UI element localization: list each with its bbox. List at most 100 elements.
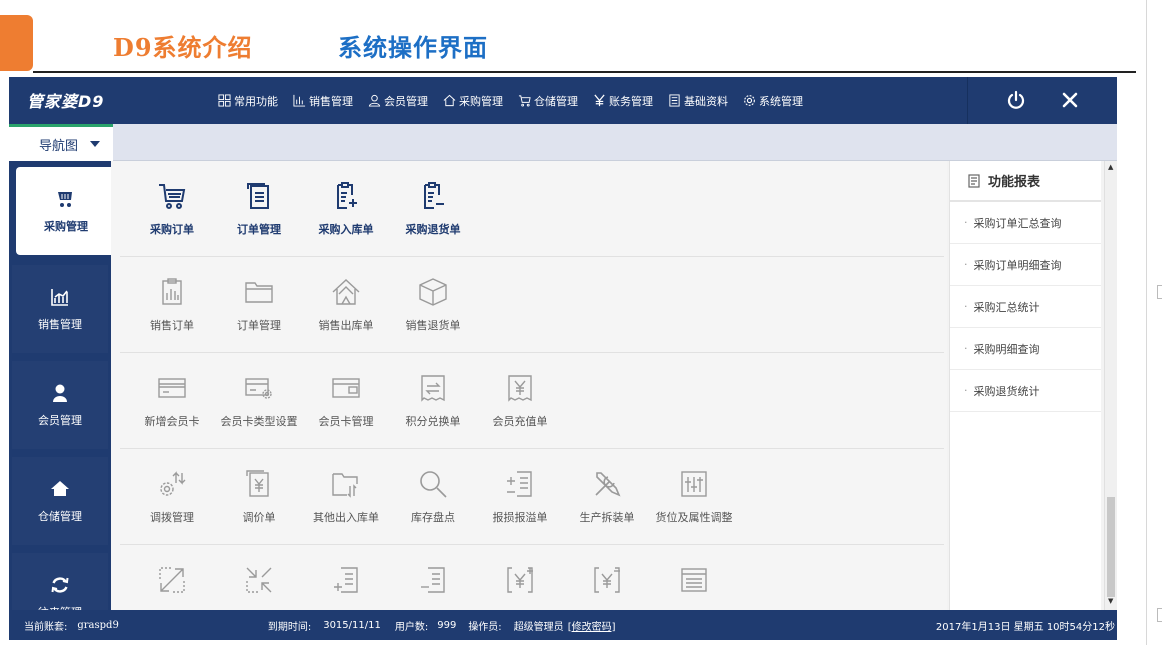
change-password-link[interactable]: [修改密码] [568,618,616,633]
tile-price-adjust[interactable]: 调价单 [215,449,303,545]
tile-member-card-management[interactable]: 会员卡管理 [302,353,390,449]
tile-contacts-2[interactable] [215,545,303,610]
receipt-yen-icon [508,375,532,402]
tile-label: 会员充值单 [492,415,548,428]
function-row-contacts [120,545,944,610]
tile-production-assembly[interactable]: 生产拆装单 [563,449,651,545]
list-window-icon [681,568,707,592]
report-panel: 功能报表 采购订单汇总查询 采购订单明细查询 采购汇总统计 采购明细查询 采购退… [949,161,1101,610]
vertical-scrollbar[interactable]: ▲ ▼ [1104,161,1117,610]
report-panel-title: 功能报表 [988,175,1041,190]
menu-item-label: 常用功能 [234,94,278,108]
menu-item-basic-data[interactable]: 基础资料 [668,93,728,109]
scroll-down-arrow-icon[interactable]: ▼ [1108,597,1113,605]
card-icon [158,378,186,398]
sidebar-item-member[interactable]: 会员管理 [12,361,108,449]
tile-purchase-inbound[interactable]: 采购入库单 [302,161,390,257]
tab-navigation-map[interactable]: 导航图 [9,124,113,161]
tile-label: 调价单 [242,511,276,524]
power-button[interactable] [1005,89,1027,111]
report-item[interactable]: 采购汇总统计 [950,286,1101,328]
folder-icon [245,282,273,303]
tile-sales-order[interactable]: 销售订单 [128,257,216,353]
house-icon [51,480,69,496]
tile-contacts-1[interactable] [128,545,216,610]
folder-transfer-icon [332,473,358,498]
power-icon [1007,90,1025,109]
close-button[interactable] [1059,89,1081,111]
refresh-icon [51,576,69,593]
report-item[interactable]: 采购订单汇总查询 [950,202,1101,244]
document-stack-icon [247,183,269,209]
menu-item-member[interactable]: 会员管理 [368,93,428,109]
tile-sales-outbound[interactable]: 销售出库单 [302,257,390,353]
tile-location-attributes[interactable]: 货位及属性调整 [650,449,738,545]
grid-icon [218,94,231,107]
search-icon [420,471,447,498]
tile-new-member-card[interactable]: 新增会员卡 [128,353,216,449]
tile-contacts-6[interactable] [563,545,651,610]
status-users-value: 999 [437,619,457,631]
gear-transfer-icon [160,471,186,496]
tile-label: 会员卡管理 [318,415,374,428]
report-item[interactable]: 采购订单明细查询 [950,244,1101,286]
document-yen-icon [246,470,269,497]
tile-order-management[interactable]: 订单管理 [215,257,303,353]
tools-icon [595,472,621,497]
tile-label: 采购退货单 [405,223,461,236]
tile-label: 销售订单 [150,319,194,332]
sidebar-item-warehouse[interactable]: 仓储管理 [12,457,108,545]
user-icon [53,384,67,402]
tile-label: 调拨管理 [150,511,194,524]
document-add-icon [334,567,358,593]
scroll-up-arrow-icon[interactable]: ▲ [1108,163,1113,171]
yen-icon [594,94,605,107]
slide-title-intro: D9系统介绍 [113,33,253,62]
tile-sales-return[interactable]: 销售退货单 [389,257,477,353]
tile-label: 采购订单 [150,223,194,236]
tile-contacts-7[interactable] [650,545,738,610]
report-item[interactable]: 采购退货统计 [950,370,1101,412]
tile-loss-gain[interactable]: 报损报溢单 [476,449,564,545]
tile-label: 销售退货单 [405,319,461,332]
tile-contacts-4[interactable] [389,545,477,610]
menu-item-label: 基础资料 [684,94,728,108]
tile-other-inout[interactable]: 其他出入库单 [302,449,390,545]
tile-contacts-3[interactable] [302,545,390,610]
main-menu: 常用功能 销售管理 会员管理 采购管理 仓储管理 账务管理 基础资料 系统管理 [218,77,818,124]
tile-points-exchange[interactable]: 积分兑换单 [389,353,477,449]
tile-label: 货位及属性调整 [655,511,733,524]
menu-item-purchase[interactable]: 采购管理 [443,93,503,109]
tile-purchase-order[interactable]: 采购订单 [128,161,216,257]
tile-label: 报损报溢单 [492,511,548,524]
slide-accent-bar [0,15,33,71]
tile-order-management[interactable]: 订单管理 [215,161,303,257]
report-item[interactable]: 采购明细查询 [950,328,1101,370]
status-operator-value: 超级管理员 [513,621,564,633]
status-account-label: 当前账套: [24,621,68,633]
tile-member-card-type[interactable]: 会员卡类型设置 [215,353,303,449]
menu-item-warehouse[interactable]: 仓储管理 [518,93,578,109]
scroll-thumb[interactable] [1107,497,1115,597]
tile-contacts-5[interactable] [476,545,564,610]
sidebar-item-purchase[interactable]: 采购管理 [16,167,116,255]
menu-item-common[interactable]: 常用功能 [218,93,278,109]
box-icon [419,278,447,306]
tile-inventory-count[interactable]: 库存盘点 [389,449,477,545]
sidebar-item-label: 采购管理 [44,219,88,233]
tile-transfer[interactable]: 调拨管理 [128,449,216,545]
sidebar-item-sales[interactable]: 销售管理 [12,265,108,353]
sliders-icon [681,471,707,497]
tile-label: 订单管理 [237,223,281,236]
nav-bar: 导航图 [9,124,1117,161]
document-minus-icon [421,567,445,593]
tile-label: 积分兑换单 [405,415,461,428]
menu-item-accounts[interactable]: 账务管理 [593,93,653,109]
status-expire-label: 到期时间: [267,621,312,633]
menu-item-sales[interactable]: 销售管理 [293,93,353,109]
app-window: 管家婆D9 常用功能 销售管理 会员管理 采购管理 仓储管理 账务管理 基础资料… [9,77,1117,640]
menu-item-system[interactable]: 系统管理 [743,93,803,109]
tile-member-recharge[interactable]: 会员充值单 [476,353,564,449]
tile-purchase-return[interactable]: 采购退货单 [389,161,477,257]
cart-icon [58,191,72,207]
